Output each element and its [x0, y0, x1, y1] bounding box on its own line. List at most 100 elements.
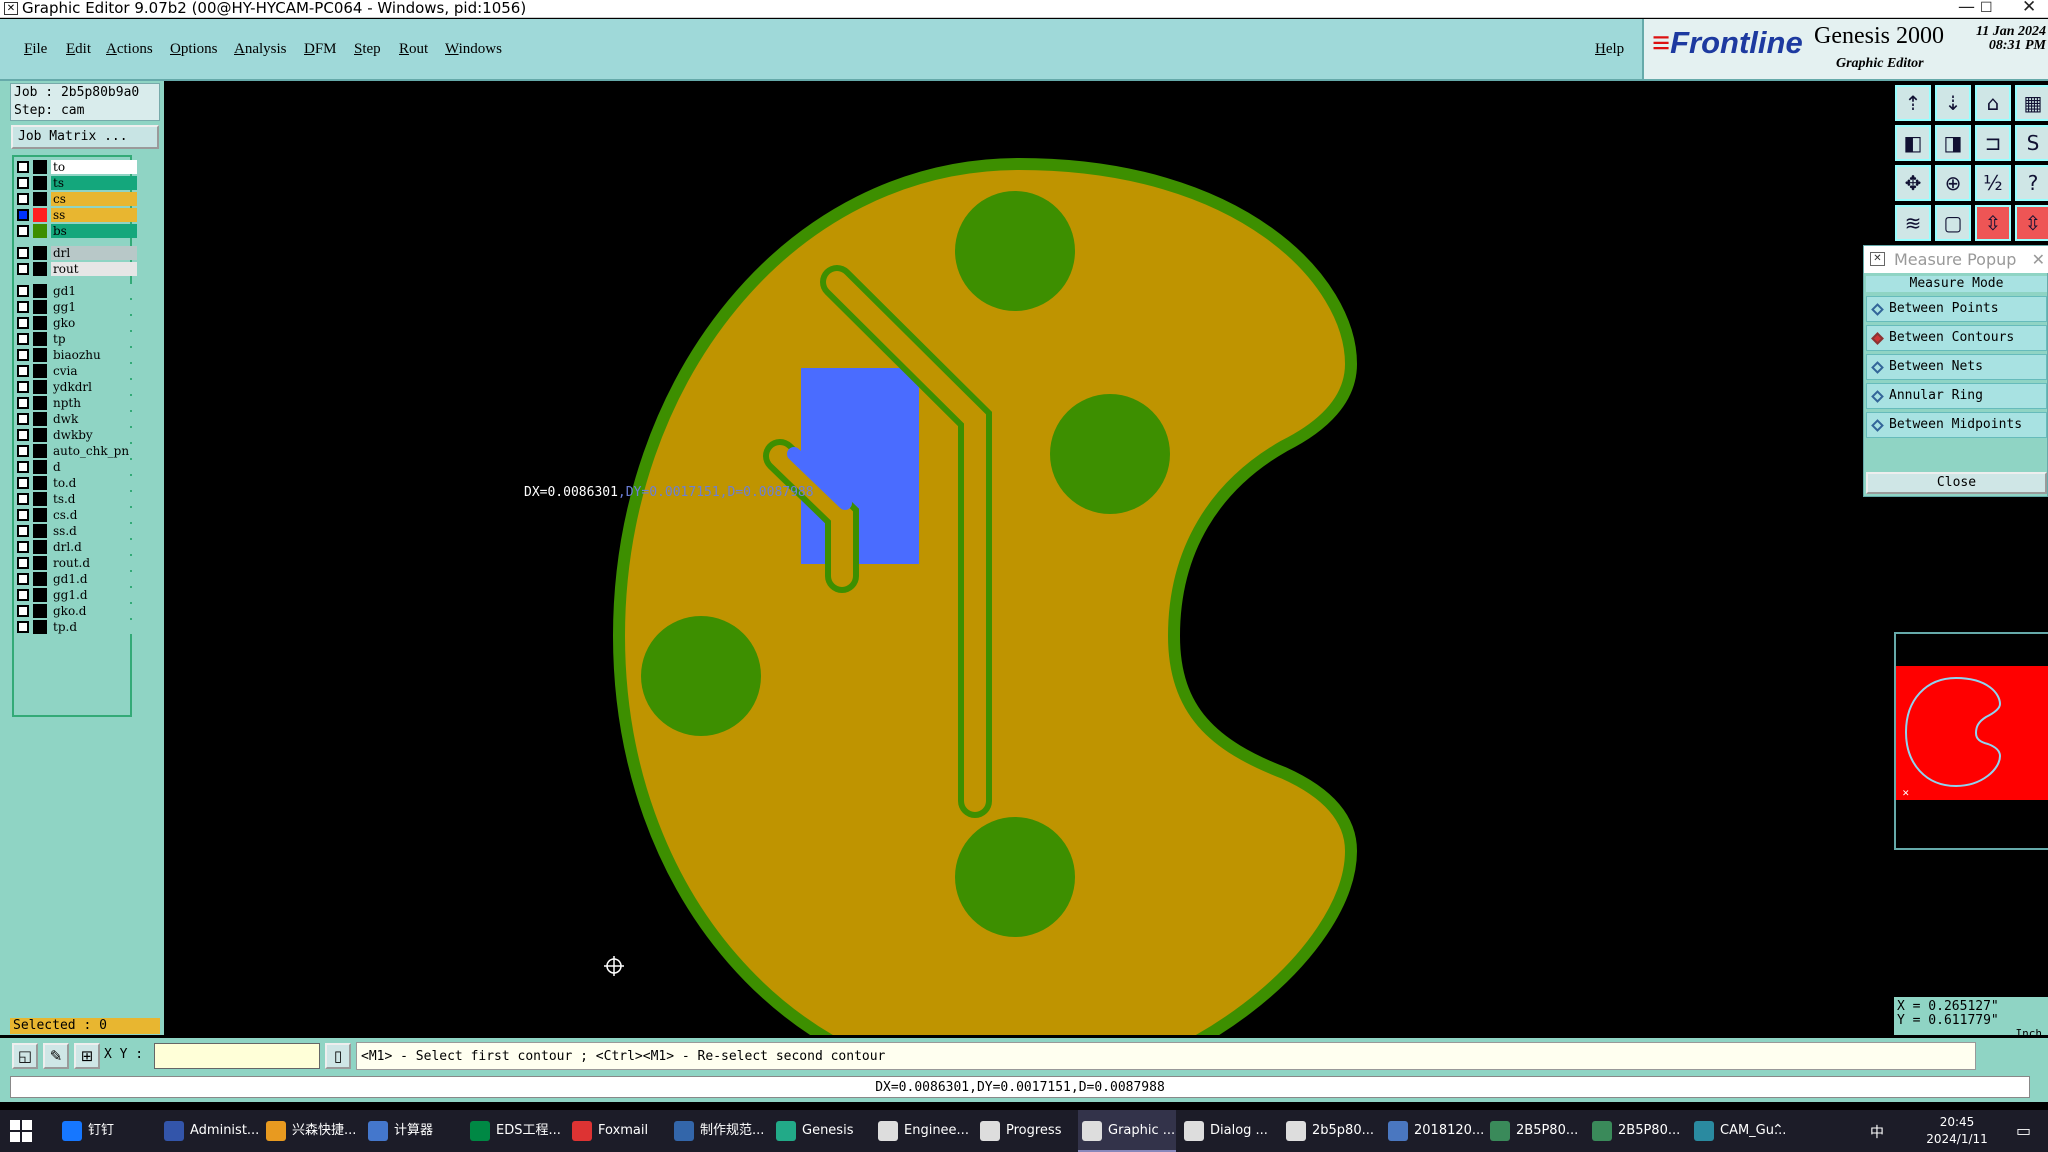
menu-options[interactable]: Options — [170, 41, 218, 58]
scale-icon[interactable]: ½ — [1975, 165, 2011, 201]
layer-checkbox[interactable] — [17, 285, 29, 297]
layer-name[interactable]: gko — [51, 316, 137, 330]
measure-icon[interactable]: ⇳ — [1975, 205, 2011, 241]
layer-row[interactable]: drl.d — [17, 540, 145, 554]
popup-close-icon[interactable]: ✕ — [2032, 246, 2045, 273]
measure-option[interactable]: Between Nets — [1866, 354, 2047, 380]
layer-row[interactable]: dwkby — [17, 428, 145, 442]
pencil-tool-icon[interactable]: ✎ — [43, 1043, 69, 1069]
snap-icon[interactable]: S — [2015, 125, 2048, 161]
layer-checkbox[interactable] — [17, 461, 29, 473]
overview-panel[interactable]: ✕ — [1894, 632, 2048, 850]
layer-checkbox[interactable] — [17, 445, 29, 457]
layer-name[interactable]: ydkdrl — [51, 380, 137, 394]
layer-row[interactable]: gko — [17, 316, 145, 330]
layer-checkbox[interactable] — [17, 397, 29, 409]
layer-checkbox[interactable] — [17, 493, 29, 505]
layer-name[interactable]: gg1 — [51, 300, 137, 314]
layer-row[interactable]: ss.d — [17, 524, 145, 538]
close-button[interactable]: Close — [1866, 472, 2047, 494]
zoom-in-icon[interactable]: ⇡ — [1895, 85, 1931, 121]
layer-checkbox[interactable] — [17, 209, 29, 221]
question-icon[interactable]: ? — [2015, 165, 2048, 201]
layer-name[interactable]: rout — [51, 262, 137, 276]
layer-row[interactable]: dwk — [17, 412, 145, 426]
tray-chevron-icon[interactable]: ⌃ — [1772, 1122, 1784, 1138]
layer-name[interactable]: bs — [51, 224, 137, 238]
layer-checkbox[interactable] — [17, 429, 29, 441]
taskbar-item[interactable]: 2B5P80... — [1486, 1110, 1584, 1152]
layer-row[interactable]: cs.d — [17, 508, 145, 522]
expand-icon[interactable]: ✥ — [1895, 165, 1931, 201]
layer-name[interactable]: ss — [51, 208, 137, 222]
layer-name[interactable]: to.d — [51, 476, 137, 490]
layer-name[interactable]: tp.d — [51, 620, 137, 634]
layer-row[interactable]: ts.d — [17, 492, 145, 506]
maximize-button[interactable]: ☐ — [1980, 0, 1993, 16]
layer-row[interactable]: rout.d — [17, 556, 145, 570]
measure-option[interactable]: Between Midpoints — [1866, 412, 2047, 438]
notification-icon[interactable]: ▭ — [2016, 1121, 2031, 1140]
windows-start-icon[interactable] — [10, 1120, 32, 1142]
layer-name[interactable]: biaozhu — [51, 348, 137, 362]
taskbar-item[interactable]: 2018120... — [1384, 1110, 1484, 1152]
measure-option[interactable]: Annular Ring — [1866, 383, 2047, 409]
layer-row[interactable]: rout — [17, 262, 145, 276]
layer-name[interactable]: cs — [51, 192, 137, 206]
layer-row[interactable]: ydkdrl — [17, 380, 145, 394]
layer-checkbox[interactable] — [17, 573, 29, 585]
grid-icon[interactable]: ▢ — [1935, 205, 1971, 241]
menu-step[interactable]: Step — [354, 41, 381, 58]
window-icon[interactable]: ▦ — [2015, 85, 2048, 121]
taskbar-item[interactable]: Genesis — [772, 1110, 870, 1152]
layer-row[interactable]: gko.d — [17, 604, 145, 618]
zoom-out-icon[interactable]: ⇣ — [1935, 85, 1971, 121]
measure-alt-icon[interactable]: ⇳ — [2015, 205, 2048, 241]
ime-lang[interactable]: 中 — [1870, 1122, 1884, 1142]
info-icon[interactable]: ▯ — [325, 1043, 351, 1069]
pan-right-icon[interactable]: ◨ — [1935, 125, 1971, 161]
close-window-button[interactable]: ✕ — [2022, 0, 2036, 17]
layer-row[interactable]: gg1 — [17, 300, 145, 314]
home-icon[interactable]: ⌂ — [1975, 85, 2011, 121]
layer-checkbox[interactable] — [17, 381, 29, 393]
layer-row[interactable]: tp — [17, 332, 145, 346]
layer-row[interactable]: ts — [17, 176, 145, 190]
layer-row[interactable]: gg1.d — [17, 588, 145, 602]
layer-name[interactable]: ts.d — [51, 492, 137, 506]
layer-checkbox[interactable] — [17, 333, 29, 345]
menu-rout[interactable]: Rout — [399, 41, 428, 58]
layer-checkbox[interactable] — [17, 349, 29, 361]
fit-icon[interactable]: ⊐ — [1975, 125, 2011, 161]
layer-name[interactable]: npth — [51, 396, 137, 410]
layer-row[interactable]: bs — [17, 224, 145, 238]
layer-checkbox[interactable] — [17, 557, 29, 569]
layer-name[interactable]: auto_chk_pn — [51, 444, 137, 458]
layer-row[interactable]: auto_chk_pn — [17, 444, 145, 458]
layer-name[interactable]: to — [51, 160, 137, 174]
layer-row[interactable]: drl — [17, 246, 145, 260]
layer-checkbox[interactable] — [17, 477, 29, 489]
taskbar-item[interactable]: Foxmail — [568, 1110, 666, 1152]
layer-row[interactable]: to.d — [17, 476, 145, 490]
taskbar-item[interactable]: 2B5P80... — [1588, 1110, 1686, 1152]
menu-edit[interactable]: Edit — [66, 41, 91, 58]
job-matrix-button[interactable]: Job Matrix ... — [11, 125, 159, 149]
layer-row[interactable]: cvia — [17, 364, 145, 378]
layer-name[interactable]: gg1.d — [51, 588, 137, 602]
grid-tool-icon[interactable]: ⊞ — [74, 1043, 100, 1069]
layer-checkbox[interactable] — [17, 247, 29, 259]
minimize-button[interactable]: — — [1958, 0, 1975, 17]
layer-row[interactable]: npth — [17, 396, 145, 410]
measure-option[interactable]: Between Points — [1866, 296, 2047, 322]
system-clock[interactable]: 20:45 2024/1/11 — [1912, 1114, 2002, 1148]
layer-checkbox[interactable] — [17, 525, 29, 537]
layer-checkbox[interactable] — [17, 193, 29, 205]
layer-name[interactable]: cs.d — [51, 508, 137, 522]
layer-row[interactable]: gd1.d — [17, 572, 145, 586]
layer-row[interactable]: gd1 — [17, 284, 145, 298]
layer-checkbox[interactable] — [17, 301, 29, 313]
taskbar-item[interactable]: 兴森快捷... — [262, 1110, 360, 1152]
taskbar-item[interactable]: Administ... — [160, 1110, 259, 1152]
layer-name[interactable]: ss.d — [51, 524, 137, 538]
